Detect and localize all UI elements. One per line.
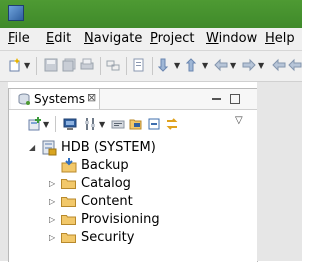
configure-dropdown-icon[interactable]: ▼ xyxy=(99,120,105,129)
collapsed-icon[interactable]: ▷ xyxy=(49,215,55,224)
previous-annotation-icon[interactable] xyxy=(186,58,200,72)
link-icon[interactable] xyxy=(106,58,120,72)
tree-item-provisioning[interactable]: ▷ Provisioning xyxy=(9,211,257,229)
tree-item-label: Catalog xyxy=(81,176,131,191)
toolbar-separator xyxy=(100,57,101,75)
administration-console-icon[interactable] xyxy=(63,117,77,131)
close-icon[interactable]: ⊠ xyxy=(87,91,96,104)
tree-root-label: HDB (SYSTEM) xyxy=(61,140,156,155)
back-dropdown-icon[interactable]: ▼ xyxy=(230,61,236,70)
menu-help[interactable]: Help xyxy=(265,31,295,46)
menu-window[interactable]: Window xyxy=(206,31,257,46)
workbench-margin xyxy=(0,82,8,261)
menu-bar: File Edit Navigate Project Window Help xyxy=(0,28,302,51)
hana-system-icon xyxy=(42,140,57,156)
configure-icon[interactable] xyxy=(83,117,97,131)
tree-item-label: Backup xyxy=(81,158,129,173)
tree-root-row[interactable]: ◢ HDB (SYSTEM) xyxy=(9,139,257,157)
tab-systems[interactable]: Systems ⊠ xyxy=(11,89,100,109)
folder-icon xyxy=(61,197,76,207)
folder-icon xyxy=(61,215,76,225)
forward-icon[interactable] xyxy=(242,58,256,72)
title-bar xyxy=(0,0,302,28)
minimize-view-button[interactable] xyxy=(212,98,221,100)
editor-area xyxy=(257,82,302,261)
expanded-icon[interactable]: ◢ xyxy=(29,143,35,152)
open-file-icon[interactable] xyxy=(132,58,146,72)
collapsed-icon[interactable]: ▷ xyxy=(49,197,55,206)
forward-dropdown-icon[interactable]: ▼ xyxy=(258,61,264,70)
save-icon[interactable] xyxy=(44,58,58,72)
last-edit-icon[interactable] xyxy=(272,58,286,72)
new-dropdown-icon[interactable]: ▼ xyxy=(24,61,30,70)
collapsed-icon[interactable]: ▷ xyxy=(49,233,55,242)
new-icon[interactable] xyxy=(8,58,22,72)
save-all-icon[interactable] xyxy=(62,58,76,72)
tree-item-content[interactable]: ▷ Content xyxy=(9,193,257,211)
toolbar-separator xyxy=(126,57,127,75)
systems-view: Systems ⊠ ▼ ▼ ▽ ◢ HDB (SYSTEM) Backup ▷ … xyxy=(8,88,258,262)
toolbar-separator xyxy=(152,57,153,75)
main-toolbar: ▼ ▼ ▼ ▼ ▼ xyxy=(0,51,302,82)
add-system-dropdown-icon[interactable]: ▼ xyxy=(43,120,49,129)
folder-icon xyxy=(61,233,76,243)
sql-console-icon[interactable] xyxy=(111,117,125,131)
tree-item-label: Content xyxy=(81,194,133,209)
maximize-view-button[interactable] xyxy=(230,94,240,104)
tree-item-security[interactable]: ▷ Security xyxy=(9,229,257,247)
view-toolbar: ▼ ▼ ▽ xyxy=(9,110,257,136)
collapsed-icon[interactable]: ▷ xyxy=(49,179,55,188)
menu-edit[interactable]: Edit xyxy=(46,31,71,46)
view-header: Systems ⊠ xyxy=(9,89,257,110)
open-folder-icon[interactable] xyxy=(129,117,143,131)
next-annotation-icon[interactable] xyxy=(158,58,172,72)
folder-icon xyxy=(61,179,76,189)
link-with-editor-icon[interactable] xyxy=(165,117,179,131)
view-menu-icon[interactable]: ▽ xyxy=(235,115,243,126)
view-toolbar-separator xyxy=(55,116,56,132)
add-system-icon[interactable] xyxy=(27,117,41,131)
tab-label: Systems xyxy=(34,92,85,106)
print-icon[interactable] xyxy=(80,58,94,72)
menu-file[interactable]: File xyxy=(8,31,30,46)
next-annotation-dropdown-icon[interactable]: ▼ xyxy=(174,61,180,70)
toolbar-overflow-icon[interactable] xyxy=(288,58,302,72)
systems-view-icon xyxy=(18,93,30,105)
tree-item-label: Provisioning xyxy=(81,212,160,227)
tree-item-label: Security xyxy=(81,230,135,245)
tree-item-backup[interactable]: Backup xyxy=(9,157,257,175)
back-icon[interactable] xyxy=(214,58,228,72)
menu-navigate[interactable]: Navigate xyxy=(84,31,142,46)
toolbar-separator xyxy=(36,57,37,75)
app-icon xyxy=(8,5,24,21)
backup-icon xyxy=(61,158,77,173)
menu-project[interactable]: Project xyxy=(150,31,195,46)
tree-item-catalog[interactable]: ▷ Catalog xyxy=(9,175,257,193)
collapse-all-icon[interactable] xyxy=(147,117,161,131)
previous-annotation-dropdown-icon[interactable]: ▼ xyxy=(202,61,208,70)
